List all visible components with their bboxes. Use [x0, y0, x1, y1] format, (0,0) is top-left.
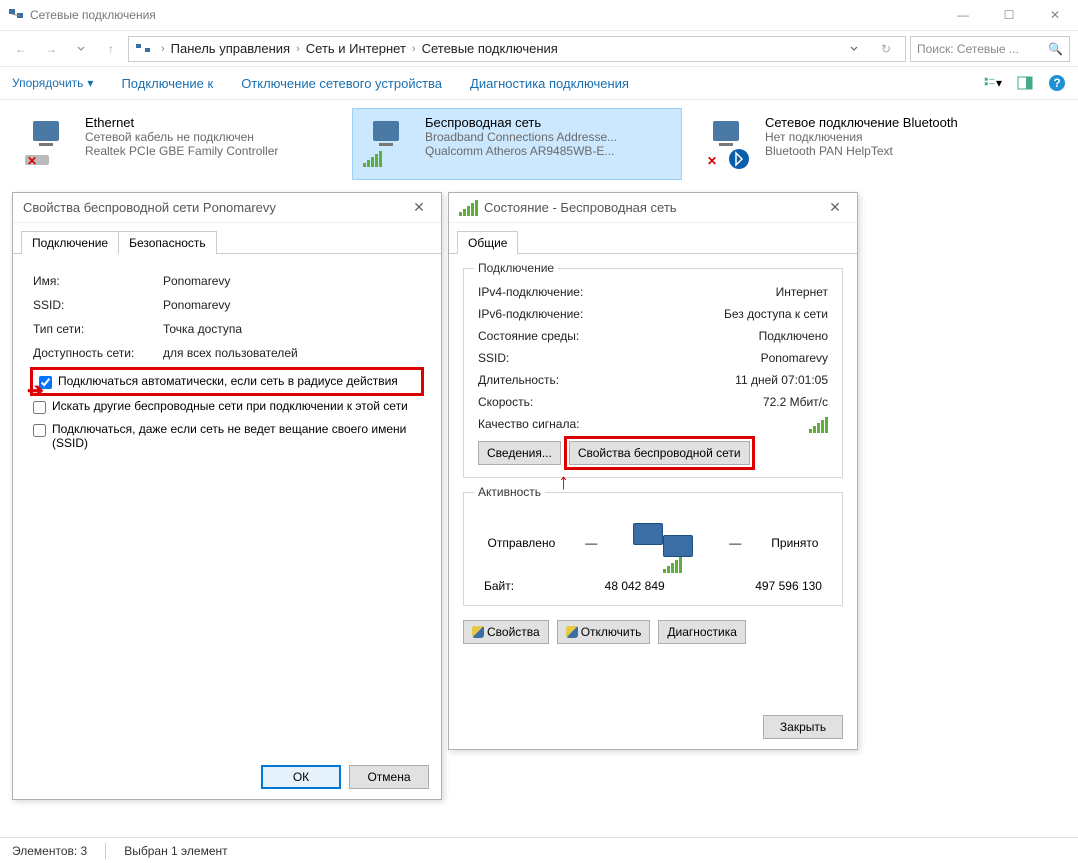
status-bar: Элементов: 3 Выбран 1 элемент: [0, 837, 1078, 863]
tile-status: Сетевой кабель не подключен: [85, 130, 335, 144]
tile-title: Сетевое подключение Bluetooth: [765, 115, 1015, 130]
signal-strength-icon: [809, 417, 828, 433]
connection-ethernet[interactable]: ✕ Ethernet Сетевой кабель не подключен R…: [12, 108, 342, 180]
address-row: ← → ↑ › Панель управления › Сеть и Интер…: [0, 30, 1078, 66]
bytes-sent: 48 042 849: [605, 579, 665, 593]
checkbox-input[interactable]: [33, 424, 46, 437]
dialog-title: Свойства беспроводной сети Ponomarevy: [23, 200, 407, 215]
crumb-sep: ›: [412, 43, 416, 55]
svg-text:?: ?: [1053, 76, 1060, 90]
disable-button[interactable]: Отключить: [557, 620, 651, 644]
value-ssid: Ponomarevy: [163, 298, 230, 312]
activity-fieldset: Активность Отправлено — — Принято Байт: …: [463, 492, 843, 606]
tile-title: Беспроводная сеть: [425, 115, 675, 130]
close-button[interactable]: Закрыть: [763, 715, 843, 739]
close-button[interactable]: ✕: [1032, 0, 1078, 30]
nav-back-button[interactable]: ←: [8, 36, 34, 62]
details-button[interactable]: Сведения...: [478, 441, 561, 465]
minimize-button[interactable]: —: [940, 0, 986, 30]
network-connections-icon: [8, 7, 24, 23]
address-bar[interactable]: › Панель управления › Сеть и Интернет › …: [128, 36, 906, 62]
disable-device-button[interactable]: Отключение сетевого устройства: [241, 76, 442, 91]
search-icon: 🔍: [1048, 42, 1063, 56]
dialog-close-button[interactable]: ✕: [407, 196, 431, 220]
window-title: Сетевые подключения: [30, 8, 156, 22]
bytes-label: Байт:: [484, 579, 514, 593]
annotation-arrow-icon: ➔: [27, 378, 44, 403]
breadcrumb[interactable]: Сетевые подключения: [422, 41, 558, 56]
label-type: Тип сети:: [33, 322, 163, 336]
diagnose-button[interactable]: Диагностика: [658, 620, 746, 644]
wireless-properties-button[interactable]: Свойства беспроводной сети: [569, 441, 750, 465]
fieldset-legend: Активность: [474, 485, 545, 499]
shield-icon: [566, 626, 578, 638]
checkbox-auto-connect[interactable]: Подключаться автоматически, если сеть в …: [33, 370, 421, 393]
shield-icon: [472, 626, 484, 638]
properties-button[interactable]: Свойства: [463, 620, 549, 644]
tile-status: Broadband Connections Addresse...: [425, 130, 675, 144]
wifi-properties-dialog: Свойства беспроводной сети Ponomarevy ✕ …: [12, 192, 442, 800]
cancel-button[interactable]: Отмена: [349, 765, 429, 789]
connection-fieldset: Подключение IPv4-подключение:Интернет IP…: [463, 268, 843, 478]
received-label: Принято: [771, 536, 818, 550]
fieldset-legend: Подключение: [474, 261, 558, 275]
breadcrumb[interactable]: Панель управления: [171, 41, 290, 56]
view-options-button[interactable]: ▾: [984, 74, 1002, 92]
tile-device: Realtek PCIe GBE Family Controller: [85, 144, 335, 158]
nav-forward-button[interactable]: →: [38, 36, 64, 62]
value-type: Точка доступа: [163, 322, 242, 336]
checkbox-hidden-ssid[interactable]: Подключаться, даже если сеть не ведет ве…: [33, 420, 421, 452]
ethernet-icon: ✕: [19, 115, 77, 173]
toolbar: Упорядочить ▾ Подключение к Отключение с…: [0, 66, 1078, 100]
signal-icon: [459, 200, 478, 216]
help-button[interactable]: ?: [1048, 74, 1066, 92]
label-avail: Доступность сети:: [33, 346, 163, 360]
breadcrumb[interactable]: Сеть и Интернет: [306, 41, 406, 56]
value-name: Ponomarevy: [163, 274, 230, 288]
search-placeholder: Поиск: Сетевые ...: [917, 42, 1019, 56]
bytes-recv: 497 596 130: [755, 579, 822, 593]
tile-device: Qualcomm Atheros AR9485WB-E...: [425, 144, 675, 158]
titlebar: Сетевые подключения — ☐ ✕: [0, 0, 1078, 30]
connection-bluetooth[interactable]: ✕ Сетевое подключение Bluetooth Нет подк…: [692, 108, 1022, 180]
nav-up-button[interactable]: ↑: [98, 36, 124, 62]
tab-general[interactable]: Общие: [457, 231, 518, 254]
tab-connection[interactable]: Подключение: [21, 231, 119, 254]
nav-recent-button[interactable]: [68, 36, 94, 62]
connection-wifi[interactable]: Беспроводная сеть Broadband Connections …: [352, 108, 682, 180]
tile-device: Bluetooth PAN HelpText: [765, 144, 1015, 158]
crumb-sep: ›: [161, 43, 165, 55]
refresh-button[interactable]: ↻: [873, 36, 899, 62]
tile-status: Нет подключения: [765, 130, 1015, 144]
address-dropdown[interactable]: [841, 36, 867, 62]
location-icon: [135, 42, 151, 56]
label-name: Имя:: [33, 274, 163, 288]
connect-to-button[interactable]: Подключение к: [121, 76, 213, 91]
wifi-icon: [359, 115, 417, 173]
dialog-title: Состояние - Беспроводная сеть: [484, 200, 823, 215]
organize-button[interactable]: Упорядочить ▾: [12, 76, 93, 90]
selection-count: Выбран 1 элемент: [124, 844, 227, 858]
label-ssid: SSID:: [33, 298, 163, 312]
sent-label: Отправлено: [488, 536, 556, 550]
bluetooth-icon: ✕: [699, 115, 757, 173]
checkbox-look-other[interactable]: Искать другие беспроводные сети при подк…: [33, 397, 421, 416]
item-count: Элементов: 3: [12, 844, 87, 858]
ok-button[interactable]: ОК: [261, 765, 341, 789]
tile-title: Ethernet: [85, 115, 335, 130]
maximize-button[interactable]: ☐: [986, 0, 1032, 30]
activity-icon: [627, 519, 699, 567]
svg-text:✕: ✕: [27, 154, 37, 168]
wifi-status-dialog: Состояние - Беспроводная сеть ✕ Общие По…: [448, 192, 858, 750]
tab-security[interactable]: Безопасность: [118, 231, 217, 254]
value-avail: для всех пользователей: [163, 346, 298, 360]
search-input[interactable]: Поиск: Сетевые ... 🔍: [910, 36, 1070, 62]
svg-text:✕: ✕: [707, 154, 717, 168]
diagnose-button[interactable]: Диагностика подключения: [470, 76, 629, 91]
crumb-sep: ›: [296, 43, 300, 55]
dialog-close-button[interactable]: ✕: [823, 196, 847, 220]
connection-list: ✕ Ethernet Сетевой кабель не подключен R…: [0, 100, 1078, 188]
preview-pane-button[interactable]: [1016, 74, 1034, 92]
